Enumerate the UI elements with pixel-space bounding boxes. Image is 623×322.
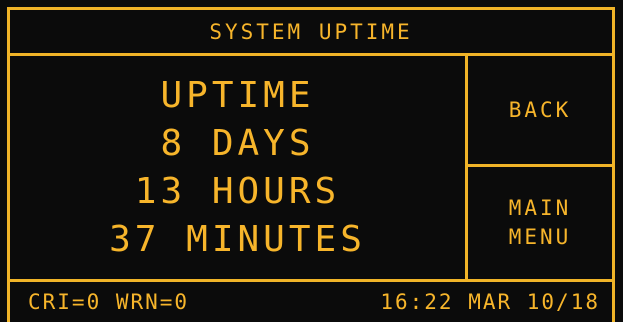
main-menu-label-line2: MENU bbox=[508, 225, 572, 249]
page-title: SYSTEM UPTIME bbox=[209, 19, 413, 44]
uptime-minutes: 37 MINUTES bbox=[109, 218, 366, 260]
back-button-label: BACK bbox=[508, 97, 572, 122]
hmi-screen: SYSTEM UPTIME UPTIME 8 DAYS 13 HOURS 37 … bbox=[0, 0, 623, 322]
status-bar: CRI=0 WRN=0 16:22 MAR 10/18 bbox=[7, 279, 615, 322]
uptime-days: 8 DAYS bbox=[160, 122, 315, 164]
back-button[interactable]: BACK bbox=[465, 53, 615, 167]
uptime-label: UPTIME bbox=[160, 74, 315, 116]
alarm-counts: CRI=0 WRN=0 bbox=[28, 290, 190, 314]
main-menu-label-line1: MAIN bbox=[508, 196, 572, 220]
title-bar: SYSTEM UPTIME bbox=[7, 7, 615, 56]
uptime-panel: UPTIME 8 DAYS 13 HOURS 37 MINUTES bbox=[7, 53, 468, 282]
main-menu-button[interactable]: MAIN MENU bbox=[465, 164, 615, 282]
date-time: 16:22 MAR 10/18 bbox=[380, 290, 600, 314]
uptime-hours: 13 HOURS bbox=[134, 170, 341, 212]
